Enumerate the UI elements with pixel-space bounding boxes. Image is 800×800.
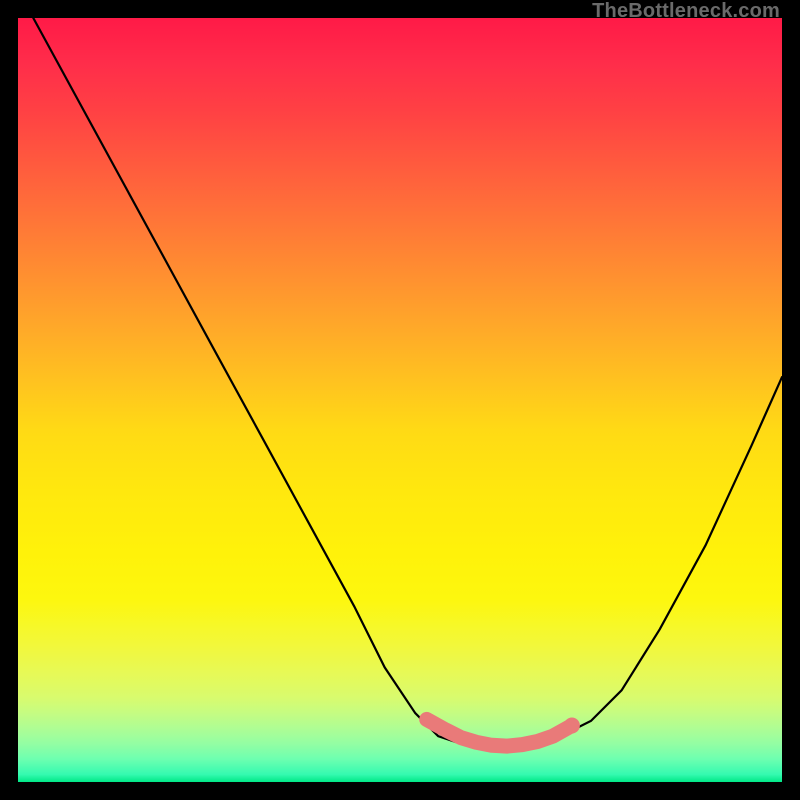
bottleneck-curve-line xyxy=(33,18,782,748)
chart-container: TheBottleneck.com xyxy=(0,0,800,800)
chart-svg xyxy=(18,18,782,782)
trough-highlight xyxy=(427,719,572,746)
trough-end-marker xyxy=(564,718,580,734)
watermark-text: TheBottleneck.com xyxy=(592,0,780,23)
